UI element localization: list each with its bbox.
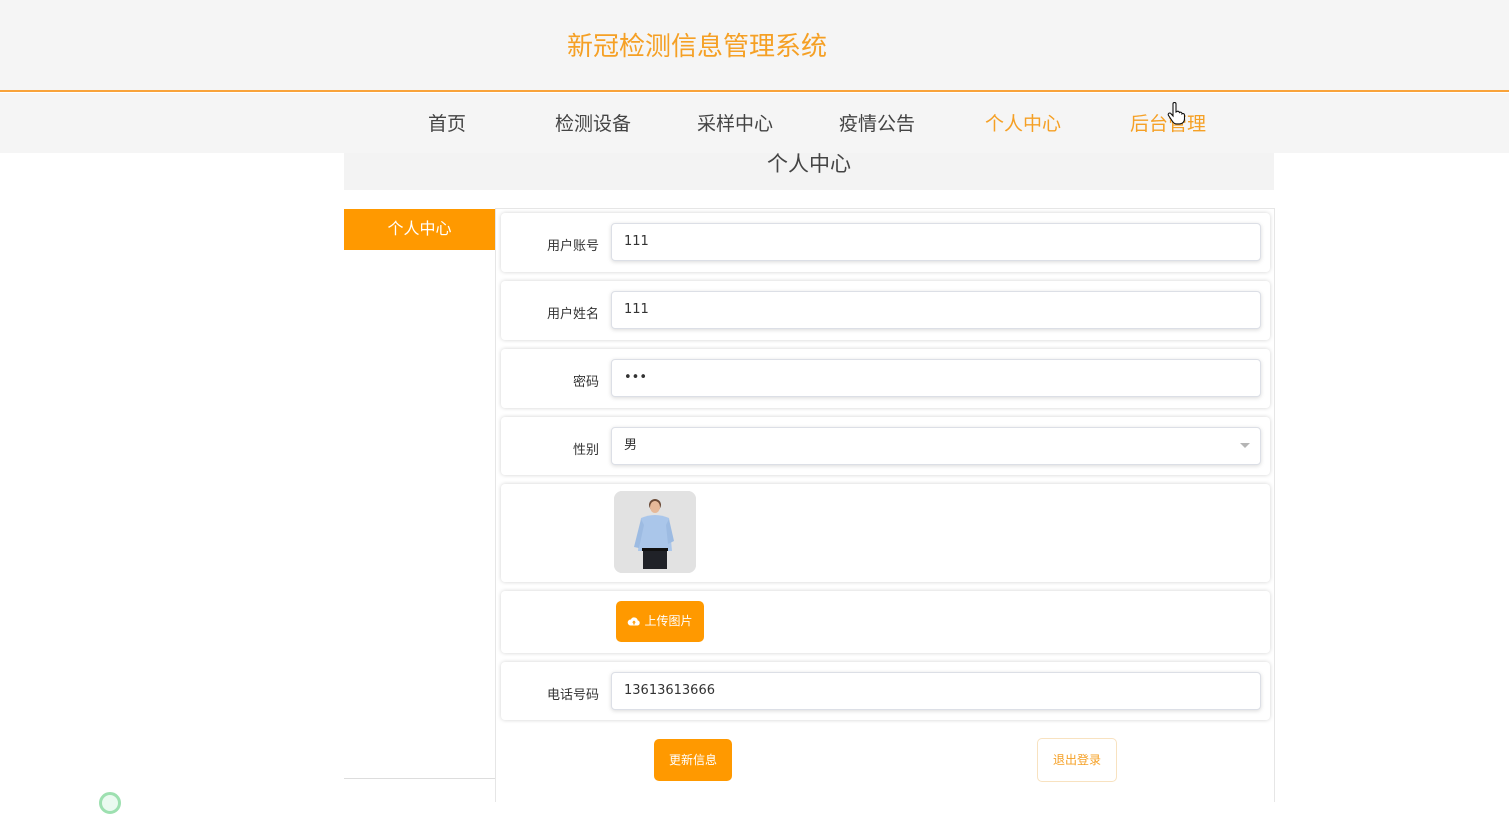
phone-input[interactable]: 13613613666 bbox=[611, 672, 1261, 710]
chevron-down-icon bbox=[1240, 443, 1250, 448]
form-row-account: 用户账号 111 bbox=[501, 213, 1270, 272]
nav-item-devices[interactable]: 检测设备 bbox=[555, 109, 631, 136]
phone-label: 电话号码 bbox=[546, 688, 599, 703]
hand-cursor-icon bbox=[1167, 102, 1186, 125]
upload-button-label: 上传图片 bbox=[644, 614, 693, 628]
name-label: 用户姓名 bbox=[546, 307, 599, 322]
gender-select[interactable]: 男 bbox=[611, 427, 1261, 465]
logout-button[interactable]: 退出登录 bbox=[1037, 738, 1117, 782]
form-row-phone: 电话号码 13613613666 bbox=[501, 662, 1270, 720]
nav-item-announcements[interactable]: 疫情公告 bbox=[839, 109, 915, 136]
site-header: 新冠检测信息管理系统 bbox=[0, 0, 1509, 92]
nav-item-profile[interactable]: 个人中心 bbox=[985, 109, 1061, 136]
nav-item-sampling[interactable]: 采样中心 bbox=[697, 109, 773, 136]
gender-label: 性别 bbox=[572, 443, 599, 458]
gender-selected-value: 男 bbox=[624, 438, 638, 453]
form-row-name: 用户姓名 111 bbox=[501, 281, 1270, 340]
account-label: 用户账号 bbox=[546, 239, 599, 254]
name-input[interactable]: 111 bbox=[611, 291, 1261, 329]
cloud-upload-icon bbox=[628, 617, 641, 626]
update-info-button[interactable]: 更新信息 bbox=[654, 739, 732, 781]
person-photo-icon bbox=[614, 491, 696, 573]
nav-item-home[interactable]: 首页 bbox=[428, 109, 466, 136]
main-nav: 首页 检测设备 采样中心 疫情公告 个人中心 后台管理 bbox=[0, 93, 1509, 153]
form-row-password: 密码 ••• bbox=[501, 349, 1270, 408]
sidebar-item-profile[interactable]: 个人中心 bbox=[344, 209, 495, 250]
account-input[interactable]: 111 bbox=[611, 223, 1261, 261]
form-row-avatar bbox=[501, 484, 1270, 582]
page-title: 个人中心 bbox=[767, 152, 851, 176]
sidebar: 个人中心 bbox=[344, 209, 495, 779]
upload-image-button[interactable]: 上传图片 bbox=[616, 601, 704, 642]
profile-form: 用户账号 111 用户姓名 111 密码 ••• 性别 男 上传图片 电话号码 … bbox=[495, 208, 1275, 802]
form-row-upload: 上传图片 bbox=[501, 591, 1270, 653]
form-row-gender: 性别 男 bbox=[501, 417, 1270, 475]
site-title: 新冠检测信息管理系统 bbox=[567, 32, 828, 62]
avatar bbox=[614, 491, 696, 573]
floating-helper-icon[interactable] bbox=[99, 792, 121, 814]
password-input[interactable]: ••• bbox=[611, 359, 1261, 397]
password-label: 密码 bbox=[572, 375, 599, 390]
page-title-banner: 个人中心 bbox=[344, 153, 1274, 190]
